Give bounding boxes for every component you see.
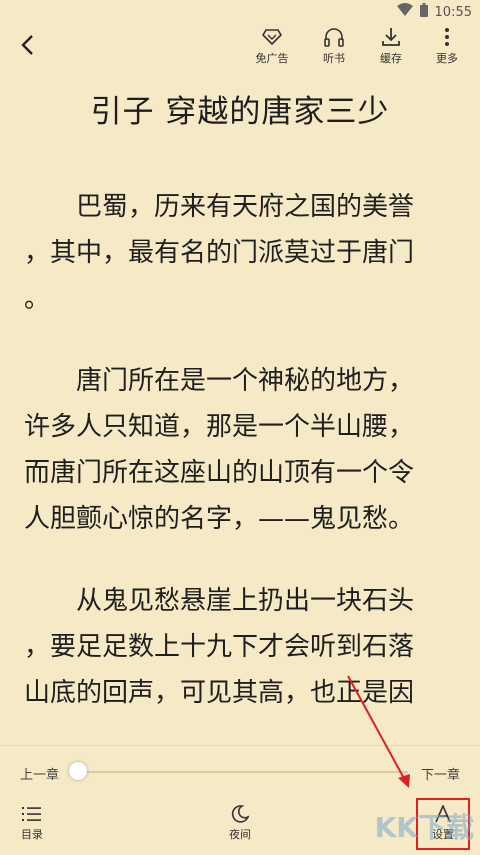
reader-toolbar: 免广告 听书 缓存 更多 bbox=[0, 24, 480, 70]
watermark: KK下载 bbox=[374, 811, 474, 844]
content-line: 而唐门所在这座山的山顶有一个令 bbox=[24, 458, 415, 488]
toc-label: 目录 bbox=[21, 828, 43, 841]
chapter-progress-slider[interactable] bbox=[78, 771, 408, 773]
chapter-title: 引子 穿越的唐家三少 bbox=[90, 94, 390, 130]
next-chapter-button[interactable]: 下一章 bbox=[421, 764, 460, 783]
remove-ads-label: 免广告 bbox=[255, 52, 289, 65]
remove-ads-button[interactable]: 免广告 bbox=[246, 26, 298, 68]
slider-thumb[interactable] bbox=[69, 762, 87, 780]
content-line: 许多人只知道，那是一个半山腰， bbox=[24, 412, 415, 442]
night-mode-label: 夜间 bbox=[229, 828, 251, 841]
more-label: 更多 bbox=[436, 52, 458, 65]
diamond-icon bbox=[261, 26, 283, 48]
content-line: 人胆颤心惊的名字，——鬼见愁。 bbox=[24, 504, 415, 534]
content-line: ，要足足数上十九下才会听到石落 bbox=[24, 632, 415, 662]
listen-label: 听书 bbox=[323, 52, 345, 65]
status-time: 10:55 bbox=[434, 4, 472, 20]
download-icon bbox=[380, 26, 402, 48]
listen-button[interactable]: 听书 bbox=[308, 26, 360, 68]
list-icon bbox=[22, 802, 42, 826]
content-line: 。 bbox=[24, 284, 51, 314]
more-vertical-icon bbox=[443, 26, 451, 48]
headphones-icon bbox=[323, 26, 345, 48]
back-button[interactable] bbox=[14, 34, 40, 60]
toc-button[interactable]: 目录 bbox=[7, 802, 57, 850]
cache-button[interactable]: 缓存 bbox=[365, 26, 417, 68]
more-button[interactable]: 更多 bbox=[421, 26, 473, 68]
content-line: 从鬼见愁悬崖上扔出一块石头 bbox=[24, 586, 415, 616]
night-mode-button[interactable]: 夜间 bbox=[215, 802, 265, 850]
back-arrow-icon bbox=[20, 34, 34, 60]
wifi-icon bbox=[396, 3, 413, 21]
content-line: 山底的回声，可见其高，也正是因 bbox=[24, 678, 415, 708]
chapter-content[interactable]: 巴蜀，历来有天府之国的美誉 ，其中，最有名的门派莫过于唐门 。 唐门所在是一个神… bbox=[24, 184, 464, 744]
moon-icon bbox=[231, 802, 249, 826]
cache-label: 缓存 bbox=[380, 52, 402, 65]
battery-icon bbox=[419, 2, 429, 22]
content-line: ，其中，最有名的门派莫过于唐门 bbox=[24, 238, 415, 268]
prev-chapter-button[interactable]: 上一章 bbox=[20, 764, 59, 783]
content-line: 巴蜀，历来有天府之国的美誉 bbox=[24, 192, 415, 222]
content-line: 唐门所在是一个神秘的地方， bbox=[24, 366, 415, 396]
status-bar: 10:55 bbox=[0, 0, 480, 24]
